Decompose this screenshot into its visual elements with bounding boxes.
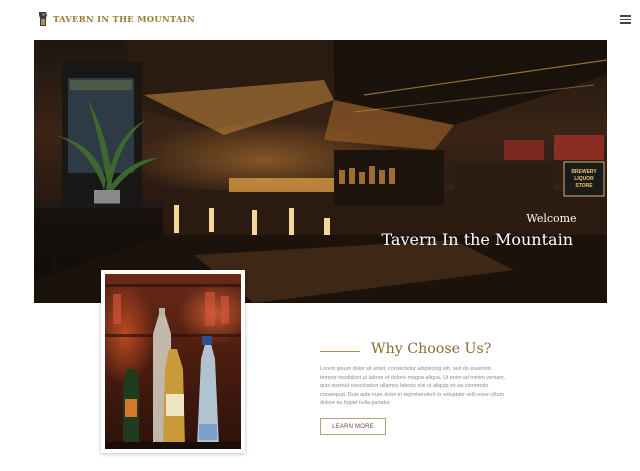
svg-text:LIQUOR: LIQUOR	[574, 176, 594, 182]
site-header: TAVERN IN THE MOUNTAIN	[0, 0, 640, 40]
svg-text:STORE: STORE	[575, 183, 593, 189]
hero-welcome-text: Welcome	[526, 212, 577, 225]
hamburger-menu-icon[interactable]	[620, 15, 631, 24]
why-choose-us-body: Lorem ipsum dolor sit amet, consectetur …	[320, 366, 506, 407]
hero-title: Tavern In the Mountain	[381, 230, 573, 249]
liquor-bottles-image	[105, 284, 241, 449]
site-logo-text[interactable]: TAVERN IN THE MOUNTAIN	[53, 14, 195, 24]
bottles-photo	[105, 274, 241, 449]
hero-banner: BREWERY LIQUOR STORE Welcome Tavern In t…	[34, 40, 607, 303]
bottles-photo-frame	[101, 270, 245, 453]
tavern-logo-icon[interactable]	[37, 11, 49, 28]
why-choose-us-heading: Why Choose Us?	[371, 341, 492, 357]
section-divider-line	[320, 351, 360, 352]
learn-more-button[interactable]: LEARN MORE	[320, 418, 386, 435]
svg-text:BREWERY: BREWERY	[571, 169, 597, 175]
hero-bar-photo: BREWERY LIQUOR STORE	[34, 40, 607, 303]
